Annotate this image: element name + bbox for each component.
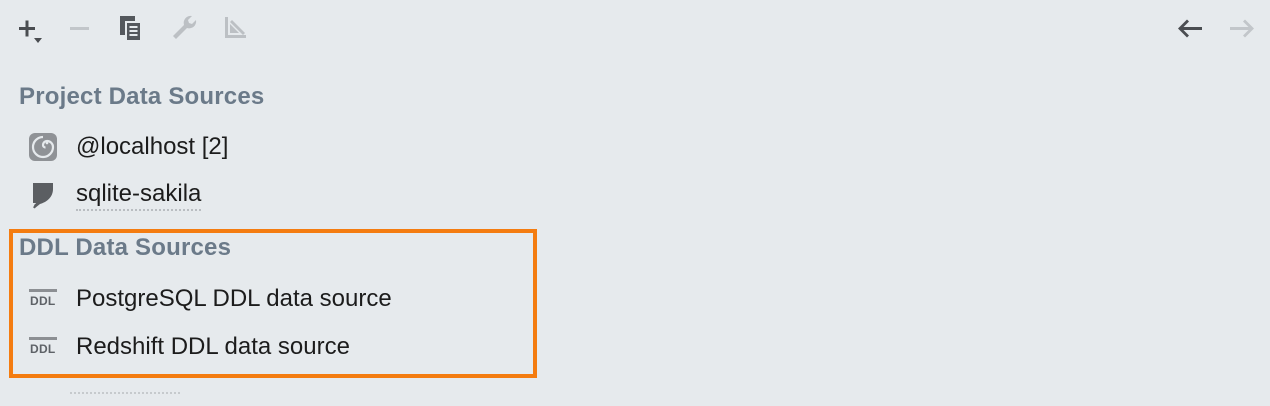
import-button[interactable]: [218, 10, 254, 46]
data-source-label: @localhost [2]: [76, 133, 229, 160]
arrow-right-icon: [1230, 19, 1254, 38]
ddl-source-item-redshift[interactable]: DDL Redshift DDL data source: [28, 327, 350, 367]
data-source-item-localhost[interactable]: @localhost [2]: [28, 127, 228, 167]
copy-icon: [120, 16, 141, 41]
ddl-source-label: PostgreSQL DDL data source: [76, 285, 392, 312]
plus-icon: [19, 20, 42, 43]
driver-settings-button[interactable]: [166, 10, 202, 46]
arrow-left-icon: [1178, 19, 1202, 38]
postgresql-elephant-icon: [28, 132, 58, 162]
add-button[interactable]: [12, 10, 48, 46]
dropdown-arrow-icon: [34, 38, 42, 43]
toolbar: [0, 0, 1270, 56]
sqlite-feather-icon: [28, 180, 58, 210]
duplicate-button[interactable]: [114, 10, 150, 46]
forward-button[interactable]: [1224, 10, 1260, 46]
ddl-source-item-postgresql[interactable]: DDL PostgreSQL DDL data source: [28, 279, 392, 319]
ddl-source-label: Redshift DDL data source: [76, 333, 350, 360]
remove-button[interactable]: [62, 10, 98, 46]
wrench-icon: [173, 15, 197, 39]
data-source-item-sqlite-sakila[interactable]: sqlite-sakila: [28, 175, 202, 215]
back-button[interactable]: [1172, 10, 1208, 46]
data-source-label: sqlite-sakila: [76, 180, 202, 211]
minus-icon: [70, 27, 89, 30]
arrow-down-left-icon: [225, 17, 246, 38]
ddl-icon: DDL: [28, 284, 58, 314]
ddl-icon: DDL: [28, 332, 58, 362]
project-data-sources-header: Project Data Sources: [19, 83, 265, 110]
ddl-data-sources-header: DDL Data Sources: [19, 234, 232, 261]
